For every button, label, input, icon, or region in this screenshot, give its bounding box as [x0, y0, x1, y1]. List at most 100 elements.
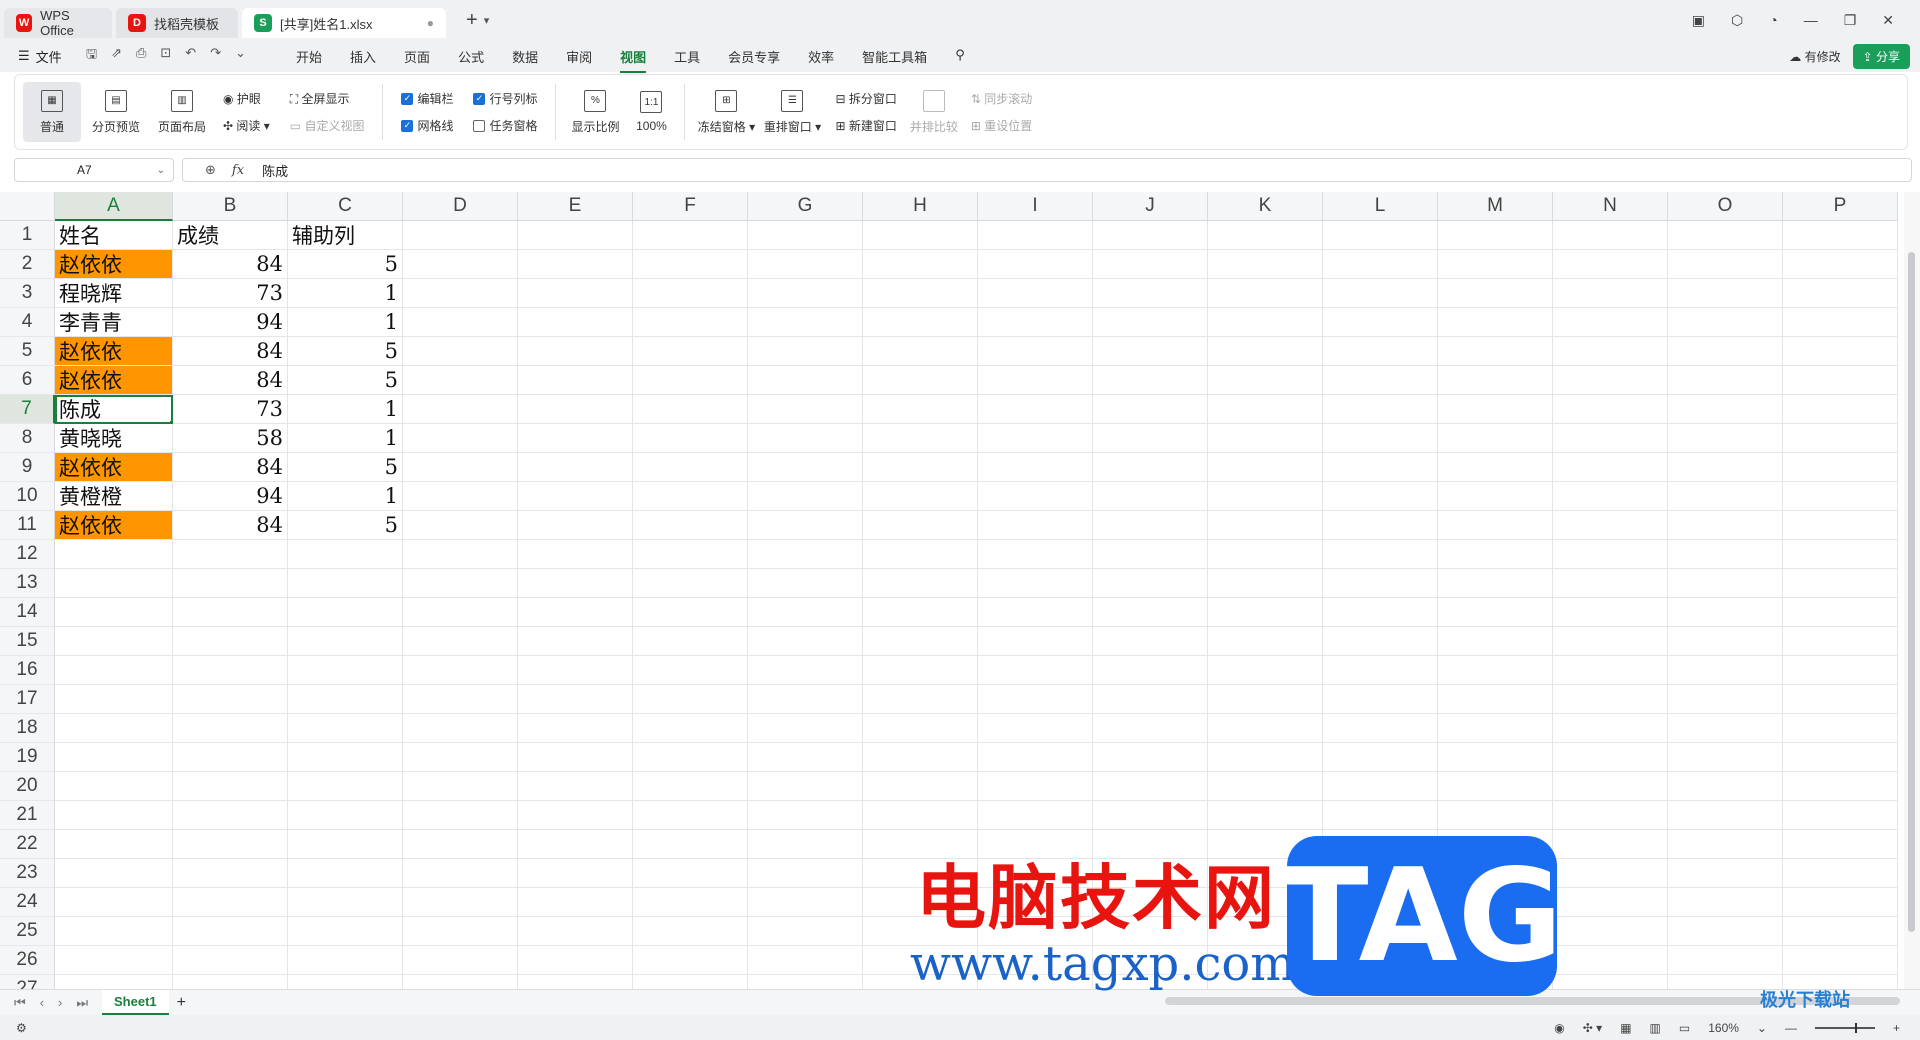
- cell-I7[interactable]: [978, 395, 1093, 424]
- cell-G16[interactable]: [748, 656, 863, 685]
- cell-E21[interactable]: [518, 801, 633, 830]
- cell-B6[interactable]: 84: [173, 366, 288, 395]
- cell-E11[interactable]: [518, 511, 633, 540]
- cell-I20[interactable]: [978, 772, 1093, 801]
- modified-status[interactable]: ☁ 有修改: [1789, 48, 1840, 65]
- cell-G3[interactable]: [748, 279, 863, 308]
- cell-O16[interactable]: [1668, 656, 1783, 685]
- cell-M14[interactable]: [1438, 598, 1553, 627]
- gridlines-checkbox[interactable]: ✓ 网格线: [401, 117, 453, 134]
- cell-B11[interactable]: 84: [173, 511, 288, 540]
- cell-E16[interactable]: [518, 656, 633, 685]
- row-header-15[interactable]: 15: [0, 627, 55, 656]
- cell-E3[interactable]: [518, 279, 633, 308]
- cell-J16[interactable]: [1093, 656, 1208, 685]
- row-header-21[interactable]: 21: [0, 801, 55, 830]
- cell-F26[interactable]: [633, 946, 748, 975]
- cell-M7[interactable]: [1438, 395, 1553, 424]
- cell-D21[interactable]: [403, 801, 518, 830]
- cell-B24[interactable]: [173, 888, 288, 917]
- cell-L14[interactable]: [1323, 598, 1438, 627]
- cell-B18[interactable]: [173, 714, 288, 743]
- cell-O11[interactable]: [1668, 511, 1783, 540]
- cell-N27[interactable]: [1553, 975, 1668, 989]
- normal-view-button[interactable]: ▦ 普通: [23, 82, 81, 142]
- menu-smart-toolbox[interactable]: 智能工具箱: [848, 47, 941, 66]
- cell-E15[interactable]: [518, 627, 633, 656]
- column-header-A[interactable]: A: [55, 192, 173, 221]
- cell-F12[interactable]: [633, 540, 748, 569]
- cell-M11[interactable]: [1438, 511, 1553, 540]
- cell-D14[interactable]: [403, 598, 518, 627]
- cell-P25[interactable]: [1783, 917, 1898, 946]
- cell-D26[interactable]: [403, 946, 518, 975]
- cell-M6[interactable]: [1438, 366, 1553, 395]
- cell-N25[interactable]: [1553, 917, 1668, 946]
- row-header-24[interactable]: 24: [0, 888, 55, 917]
- row-header-23[interactable]: 23: [0, 859, 55, 888]
- cell-O13[interactable]: [1668, 569, 1783, 598]
- cell-E24[interactable]: [518, 888, 633, 917]
- menu-insert[interactable]: 插入: [336, 47, 390, 66]
- freeze-panes-button[interactable]: ⊞ 冻结窗格 ▾: [693, 82, 759, 142]
- row-header-1[interactable]: 1: [0, 221, 55, 250]
- next-sheet-icon[interactable]: ›: [58, 995, 62, 1011]
- zoom-ratio-button[interactable]: % 显示比例: [564, 82, 626, 142]
- cell-M15[interactable]: [1438, 627, 1553, 656]
- cell-E13[interactable]: [518, 569, 633, 598]
- cell-N9[interactable]: [1553, 453, 1668, 482]
- cell-K11[interactable]: [1208, 511, 1323, 540]
- cell-H21[interactable]: [863, 801, 978, 830]
- cell-P3[interactable]: [1783, 279, 1898, 308]
- cell-F8[interactable]: [633, 424, 748, 453]
- cell-A26[interactable]: [55, 946, 173, 975]
- cell-G14[interactable]: [748, 598, 863, 627]
- cell-N3[interactable]: [1553, 279, 1668, 308]
- cell-C8[interactable]: 1: [288, 424, 403, 453]
- cell-M18[interactable]: [1438, 714, 1553, 743]
- cell-E5[interactable]: [518, 337, 633, 366]
- page-break-preview-button[interactable]: ▤ 分页预览: [81, 82, 151, 142]
- cell-P23[interactable]: [1783, 859, 1898, 888]
- row-header-2[interactable]: 2: [0, 250, 55, 279]
- cell-E2[interactable]: [518, 250, 633, 279]
- cell-L18[interactable]: [1323, 714, 1438, 743]
- cell-P15[interactable]: [1783, 627, 1898, 656]
- tab-wps-office[interactable]: W WPS Office: [4, 8, 112, 38]
- cell-I17[interactable]: [978, 685, 1093, 714]
- zoom-level[interactable]: 160%: [1708, 1021, 1739, 1035]
- cell-P10[interactable]: [1783, 482, 1898, 511]
- cell-N21[interactable]: [1553, 801, 1668, 830]
- cell-G15[interactable]: [748, 627, 863, 656]
- cell-B20[interactable]: [173, 772, 288, 801]
- cell-L1[interactable]: [1323, 221, 1438, 250]
- cell-F17[interactable]: [633, 685, 748, 714]
- cell-G8[interactable]: [748, 424, 863, 453]
- cell-K2[interactable]: [1208, 250, 1323, 279]
- cell-K12[interactable]: [1208, 540, 1323, 569]
- cell-P26[interactable]: [1783, 946, 1898, 975]
- cell-M13[interactable]: [1438, 569, 1553, 598]
- cell-E26[interactable]: [518, 946, 633, 975]
- cell-M8[interactable]: [1438, 424, 1553, 453]
- cell-B23[interactable]: [173, 859, 288, 888]
- cell-D11[interactable]: [403, 511, 518, 540]
- share-button[interactable]: ⇪ 分享: [1852, 43, 1910, 69]
- cell-M20[interactable]: [1438, 772, 1553, 801]
- cell-N4[interactable]: [1553, 308, 1668, 337]
- cell-G5[interactable]: [748, 337, 863, 366]
- cell-E6[interactable]: [518, 366, 633, 395]
- cell-M16[interactable]: [1438, 656, 1553, 685]
- cell-N14[interactable]: [1553, 598, 1668, 627]
- layout-icon[interactable]: ▣: [1692, 12, 1705, 29]
- row-header-16[interactable]: 16: [0, 656, 55, 685]
- side-by-side-button[interactable]: 并排比较: [907, 82, 961, 142]
- cell-K20[interactable]: [1208, 772, 1323, 801]
- cell-I15[interactable]: [978, 627, 1093, 656]
- cell-F7[interactable]: [633, 395, 748, 424]
- cell-D16[interactable]: [403, 656, 518, 685]
- cell-G24[interactable]: [748, 888, 863, 917]
- row-col-header-checkbox[interactable]: ✓ 行号列标: [473, 90, 537, 107]
- cell-G21[interactable]: [748, 801, 863, 830]
- cell-J17[interactable]: [1093, 685, 1208, 714]
